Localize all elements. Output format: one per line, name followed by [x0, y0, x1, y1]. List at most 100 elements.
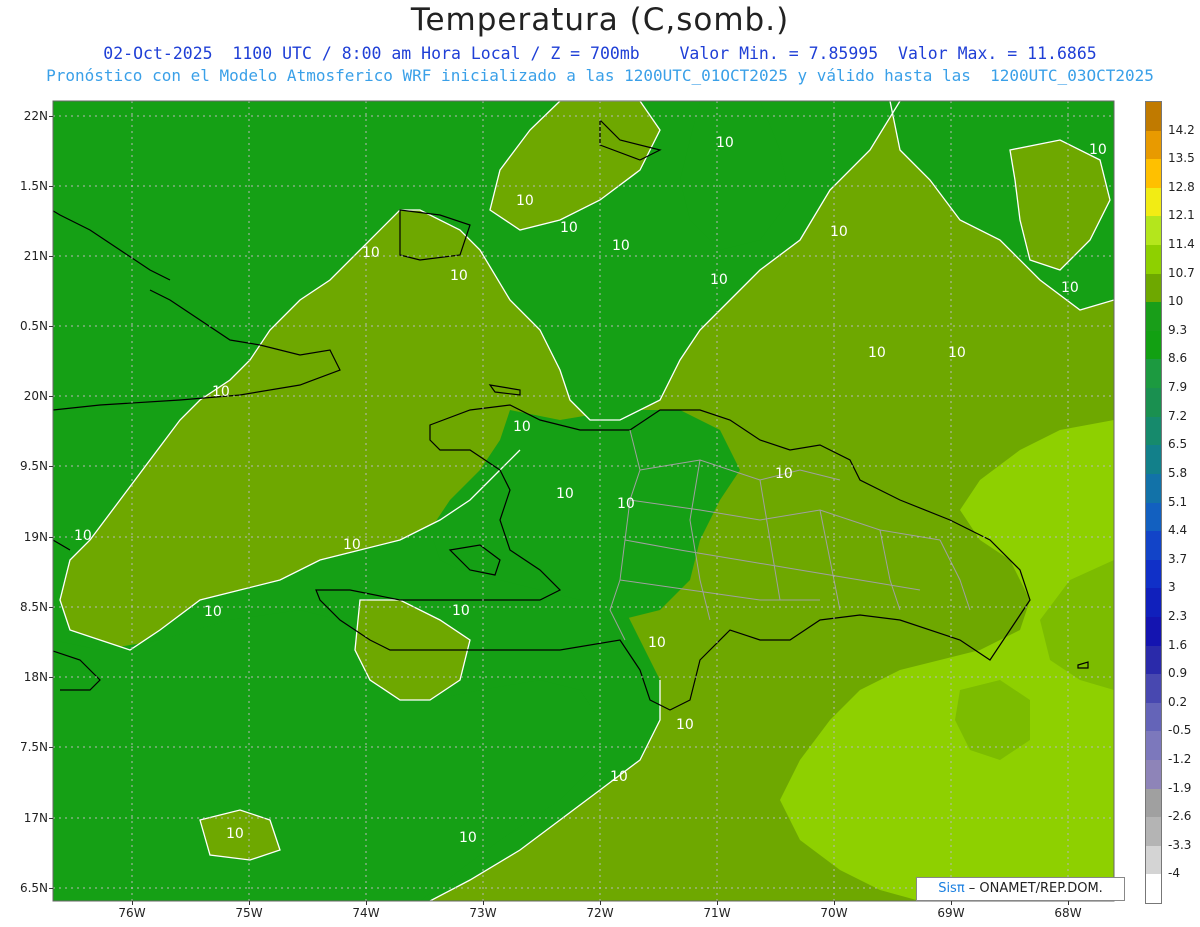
legend-swatch	[1146, 588, 1161, 618]
lon-label: 68W	[1054, 906, 1082, 920]
contour-label: 10	[676, 717, 694, 733]
contour-label: 10	[556, 486, 574, 502]
contour-label: 10	[610, 769, 628, 785]
legend-label: -1.2	[1168, 751, 1192, 766]
lat-label: 9.5N	[19, 459, 48, 473]
contour-label: 10	[612, 238, 630, 254]
contour-label: 10	[868, 345, 886, 361]
lon-tick	[1068, 901, 1069, 905]
legend-label: 12.1	[1168, 208, 1195, 223]
legend-label: 7.9	[1168, 380, 1188, 395]
legend-label: 7.2	[1168, 408, 1188, 423]
legend-label: 0.2	[1168, 694, 1188, 709]
legend-swatch	[1146, 159, 1161, 189]
lon-tick	[366, 901, 367, 905]
legend-label: -0.5	[1168, 723, 1192, 738]
legend-swatch	[1146, 874, 1161, 904]
legend-label: 11.4	[1168, 237, 1195, 252]
lat-tick	[49, 186, 53, 187]
legend-label: 6.5	[1168, 437, 1188, 452]
legend-label: 5.1	[1168, 494, 1188, 509]
contour-label: 10	[362, 245, 380, 261]
legend-label: 8.6	[1168, 351, 1188, 366]
legend-swatch	[1146, 845, 1161, 875]
legend-label: 10.7	[1168, 265, 1195, 280]
legend-swatch	[1146, 616, 1161, 647]
legend-label: 14.2	[1168, 122, 1195, 137]
lon-label: 72W	[586, 906, 614, 920]
contour-label: 10	[617, 496, 635, 512]
lat-label: 6.5N	[19, 881, 48, 895]
contour-label: 10	[450, 268, 468, 284]
contour-label: 10	[212, 384, 230, 400]
lon-label: 71W	[703, 906, 731, 920]
lon-tick	[834, 901, 835, 905]
lat-tick	[49, 818, 53, 819]
contour-label: 10	[516, 193, 534, 209]
lon-label: 75W	[235, 906, 263, 920]
lon-tick	[483, 901, 484, 905]
lon-label: 69W	[937, 906, 965, 920]
lon-tick	[249, 901, 250, 905]
legend-label: 12.8	[1168, 179, 1195, 194]
legend-label: -3.3	[1168, 837, 1192, 852]
credit-text: – ONAMET/REP.DOM.	[964, 881, 1103, 896]
contour-label: 10	[948, 345, 966, 361]
contour-label: 10	[648, 635, 666, 651]
contour-label: 10	[204, 604, 222, 620]
lat-tick	[49, 256, 53, 257]
legend-label: 13.5	[1168, 151, 1195, 166]
contour-label: 10	[1061, 280, 1079, 296]
lat-label: 7.5N	[19, 740, 48, 754]
lon-tick	[951, 901, 952, 905]
legend-swatch	[1146, 759, 1161, 790]
legend-swatch	[1146, 473, 1161, 503]
legend-label: 4.4	[1168, 523, 1188, 538]
legend-swatch	[1146, 674, 1161, 704]
lat-label: 17N	[23, 811, 48, 825]
legend-swatch	[1146, 245, 1161, 275]
legend-swatch	[1146, 330, 1161, 360]
lat-tick	[49, 326, 53, 327]
legend-swatch	[1146, 216, 1161, 246]
legend-swatch	[1146, 702, 1161, 732]
legend-label: 1.6	[1168, 637, 1188, 652]
lat-label: 21N	[23, 249, 48, 263]
legend-label: 10	[1168, 294, 1184, 309]
contour-label: 10	[775, 466, 793, 482]
lat-label: 8.5N	[19, 600, 48, 614]
legend-swatch	[1146, 531, 1161, 561]
legend-label: -4	[1168, 866, 1180, 881]
lat-tick	[49, 537, 53, 538]
map-canvas: 10 10 10 10 10 10 10 10 10 10 10 10 10 1…	[52, 100, 1115, 902]
lon-label: 76W	[118, 906, 146, 920]
lat-label: 0.5N	[19, 319, 48, 333]
legend-swatch	[1146, 817, 1161, 847]
lat-tick	[49, 607, 53, 608]
legend-swatch	[1146, 445, 1161, 475]
legend-label: 3	[1168, 580, 1176, 595]
lon-tick	[132, 901, 133, 905]
legend-swatch	[1146, 502, 1161, 532]
legend-swatch	[1146, 302, 1161, 332]
lat-label: 20N	[23, 389, 48, 403]
legend-swatch	[1146, 102, 1161, 132]
lon-label: 73W	[469, 906, 497, 920]
lat-tick	[49, 396, 53, 397]
legend-label: -2.6	[1168, 809, 1192, 824]
legend-swatch	[1146, 187, 1161, 217]
legend-swatch	[1146, 731, 1161, 761]
legend-label: 3.7	[1168, 551, 1188, 566]
lat-label: 1.5N	[19, 179, 48, 193]
legend-swatch	[1146, 788, 1161, 818]
credit-sis: Sisπ	[938, 881, 965, 896]
legend-swatch	[1146, 130, 1161, 160]
legend-swatch	[1146, 273, 1161, 303]
lat-tick	[49, 677, 53, 678]
contour-label: 10	[343, 537, 361, 553]
lon-label: 70W	[820, 906, 848, 920]
contour-label: 10	[74, 528, 92, 544]
lat-tick	[49, 116, 53, 117]
contour-label: 10	[830, 224, 848, 240]
legend-label: -1.9	[1168, 780, 1192, 795]
